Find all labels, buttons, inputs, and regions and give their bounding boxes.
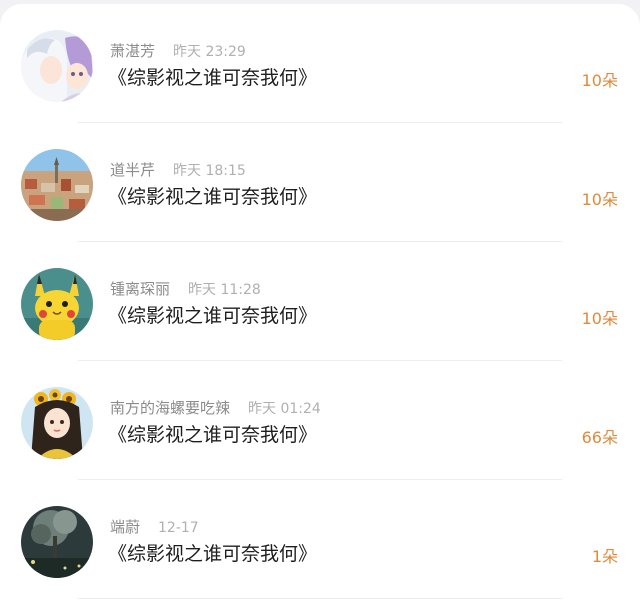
list-item[interactable]: 南方的海螺要吃辣 昨天 01:24 《综影视之谁可奈我何》 66朵 bbox=[0, 361, 640, 480]
sender-name[interactable]: 端蔚 bbox=[110, 518, 140, 536]
list-item[interactable]: 端蔚 12-17 《综影视之谁可奈我何》 1朵 bbox=[0, 480, 640, 599]
sender-name[interactable]: 南方的海螺要吃辣 bbox=[110, 399, 230, 417]
sender-name[interactable]: 萧湛芳 bbox=[110, 42, 155, 60]
city-view-avatar-icon[interactable] bbox=[21, 149, 93, 221]
sender-name[interactable]: 锺离琛丽 bbox=[110, 280, 170, 298]
pikachu-avatar-icon[interactable] bbox=[21, 268, 93, 340]
sender-name[interactable]: 道半芹 bbox=[110, 161, 155, 179]
sunflower-girl-avatar-icon[interactable] bbox=[21, 387, 93, 459]
timestamp: 昨天 23:29 bbox=[173, 44, 246, 60]
item-meta: 萧湛芳 昨天 23:29 bbox=[110, 40, 246, 62]
list-item[interactable]: 道半芹 昨天 18:15 《综影视之谁可奈我何》 10朵 bbox=[0, 123, 640, 242]
list-item[interactable]: 萧湛芳 昨天 23:29 《综影视之谁可奈我何》 10朵 bbox=[0, 4, 640, 123]
book-title[interactable]: 《综影视之谁可奈我何》 bbox=[108, 540, 317, 568]
gift-amount: 1朵 bbox=[591, 547, 618, 566]
night-tree-avatar-icon[interactable] bbox=[21, 506, 93, 578]
anime-girls-avatar-icon[interactable] bbox=[21, 30, 93, 102]
item-meta: 道半芹 昨天 18:15 bbox=[110, 159, 246, 181]
gift-amount: 66朵 bbox=[581, 428, 618, 447]
item-meta: 端蔚 12-17 bbox=[110, 516, 199, 538]
gift-amount: 10朵 bbox=[581, 309, 618, 328]
timestamp: 昨天 18:15 bbox=[173, 163, 246, 179]
book-title[interactable]: 《综影视之谁可奈我何》 bbox=[108, 64, 317, 92]
book-title[interactable]: 《综影视之谁可奈我何》 bbox=[108, 302, 317, 330]
timestamp: 12-17 bbox=[158, 520, 199, 536]
list-item[interactable]: 锺离琛丽 昨天 11:28 《综影视之谁可奈我何》 10朵 bbox=[0, 242, 640, 361]
book-title[interactable]: 《综影视之谁可奈我何》 bbox=[108, 421, 317, 449]
gift-list-card: 萧湛芳 昨天 23:29 《综影视之谁可奈我何》 10朵 道半芹 昨天 18:1… bbox=[0, 4, 640, 600]
item-meta: 锺离琛丽 昨天 11:28 bbox=[110, 278, 261, 300]
divider bbox=[78, 598, 562, 599]
item-meta: 南方的海螺要吃辣 昨天 01:24 bbox=[110, 397, 321, 419]
timestamp: 昨天 01:24 bbox=[248, 401, 321, 417]
gift-amount: 10朵 bbox=[581, 190, 618, 209]
timestamp: 昨天 11:28 bbox=[188, 282, 261, 298]
book-title[interactable]: 《综影视之谁可奈我何》 bbox=[108, 183, 317, 211]
gift-amount: 10朵 bbox=[581, 71, 618, 90]
